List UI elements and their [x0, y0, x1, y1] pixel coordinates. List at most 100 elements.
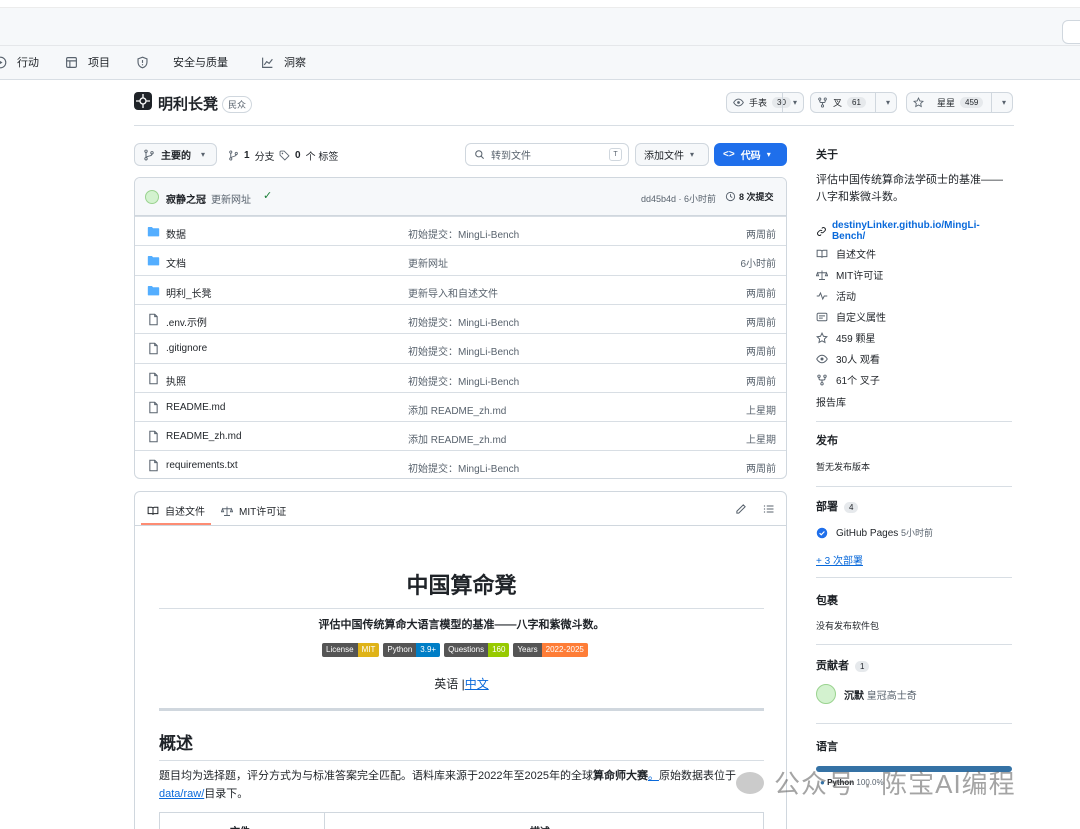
table-row[interactable]: 明利_长凳 更新导入和自述文件 两周前 [135, 274, 786, 304]
file-name[interactable]: README_zh.md [166, 431, 242, 442]
file-name[interactable]: README.md [166, 402, 225, 413]
sidebar-item[interactable]: 61个 叉子 [816, 372, 880, 387]
para-text-3: 目录下。 [204, 788, 249, 800]
chevron-down-icon[interactable]: ▾ [886, 98, 890, 107]
file-commit-message[interactable]: 更新导入和自述文件 [408, 285, 498, 300]
table-row[interactable]: .env.示例 初始提交：MingLi-Bench 两周前 [135, 303, 786, 333]
file-commit-message[interactable]: 初始提交：MingLi-Bench [408, 460, 519, 475]
code-button[interactable]: <> 代码 ▾ [714, 143, 787, 166]
commits-link[interactable]: 8 次提交 [725, 190, 774, 203]
top-edge [0, 0, 1080, 8]
file-commit-message[interactable]: 初始提交：MingLi-Bench [408, 343, 519, 358]
file-name[interactable]: .gitignore [166, 343, 207, 354]
tab-readme[interactable]: 自述文件 [147, 503, 205, 518]
star-button[interactable]: 星星 459 ▾ [906, 92, 1013, 113]
chevron-down-icon[interactable]: ▾ [1002, 98, 1006, 107]
file-name[interactable]: .env.示例 [166, 314, 207, 329]
branch-icon [229, 150, 238, 161]
avatar[interactable] [145, 190, 159, 204]
sidebar-item[interactable]: 30人 观看 [816, 351, 880, 366]
commit-hash-time[interactable]: dd45b4d · 6小时前 [641, 192, 716, 205]
list-outline-icon[interactable] [763, 503, 775, 515]
readme-panel: 自述文件 MIT许可证 中国算命凳 评估中国传统算命大语言模型的基准——八字和紫… [134, 491, 787, 829]
sidebar-item[interactable]: 自述文件 [816, 246, 876, 261]
global-search-button[interactable] [1062, 20, 1080, 44]
contributor-item[interactable]: 沉默 皇冠高士奇 [816, 684, 917, 704]
repo-nav: 行动 项目 安全与质量 洞察 [0, 46, 1080, 80]
divider [816, 577, 1012, 578]
file-name[interactable]: 数据 [166, 226, 186, 241]
commit-message[interactable]: 更新网址 [211, 191, 251, 206]
file-name[interactable]: 文档 [166, 255, 186, 270]
pencil-icon[interactable] [735, 503, 747, 515]
more-deployments-link[interactable]: + 3 次部署 [816, 552, 863, 567]
fork-button[interactable]: 叉 61 ▾ [810, 92, 897, 113]
report-repo-link[interactable]: 报告库 [816, 394, 846, 409]
file-name[interactable]: requirements.txt [166, 460, 238, 471]
chevron-down-icon[interactable]: ▾ [793, 98, 797, 107]
play-circle-icon [0, 56, 7, 68]
sidebar-item[interactable]: MIT许可证 [816, 267, 883, 282]
table-row[interactable]: .gitignore 初始提交：MingLi-Bench 两周前 [135, 333, 786, 362]
file-name[interactable]: 执照 [166, 373, 186, 388]
shield-badge[interactable]: Python 3.9+ [383, 643, 441, 657]
table-row[interactable]: README.md 添加 README_zh.md 上星期 [135, 391, 786, 421]
data-raw-link[interactable]: data/raw/ [159, 788, 204, 800]
tag-icon [279, 150, 290, 161]
lang-chinese-link[interactable]: 中文 [465, 677, 489, 691]
repo-name[interactable]: 明利长凳 [158, 93, 218, 114]
avatar [816, 684, 836, 704]
nav-actions[interactable]: 行动 [0, 54, 39, 70]
add-file-button[interactable]: 添加文件 ▾ [635, 143, 709, 166]
tab-license[interactable]: MIT许可证 [221, 503, 286, 518]
file-name[interactable]: 明利_长凳 [166, 285, 212, 300]
fork-icon [817, 374, 827, 385]
scale-icon [221, 506, 233, 516]
check-icon[interactable]: ✓ [263, 189, 272, 202]
search-icon [475, 150, 484, 159]
packages-title[interactable]: 包裹 [816, 592, 838, 608]
shield-badge[interactable]: Years 2022-2025 [513, 643, 588, 657]
star-icon [816, 331, 828, 343]
sidebar-item[interactable]: 自定义属性 [816, 309, 886, 324]
para-link-1[interactable]: 。 [648, 770, 659, 782]
sidebar-item[interactable]: 活动 [816, 288, 856, 303]
watch-button[interactable]: 手表 30 ▾ [726, 92, 804, 113]
nav-security[interactable]: 安全与质量 [136, 54, 228, 70]
file-commit-message[interactable]: 添加 README_zh.md [408, 431, 506, 446]
file-browser: 寂静之冠 更新网址 ✓ dd45b4d · 6小时前 8 次提交 数据初始提交：… [134, 177, 787, 479]
table-row[interactable]: requirements.txt 初始提交：MingLi-Bench 两周前 [135, 450, 786, 478]
nav-projects[interactable]: 项目 [65, 54, 110, 70]
branch-select[interactable]: 主要的 ▾ [134, 143, 217, 166]
file-commit-message[interactable]: 初始提交：MingLi-Bench [408, 314, 519, 329]
branches-label: 分支 [254, 152, 275, 163]
file-commit-message[interactable]: 添加 README_zh.md [408, 402, 506, 417]
readme-tabs: 自述文件 MIT许可证 [135, 492, 786, 526]
branches-link[interactable]: 1 分支 [228, 148, 275, 163]
go-to-file-input[interactable]: 转到文件 T [465, 143, 629, 166]
table-col-desc: 描述 [530, 823, 550, 829]
code-label: 代码 [740, 151, 761, 162]
file-commit-message[interactable]: 初始提交：MingLi-Bench [408, 373, 519, 388]
tags-link[interactable]: 0 个 标签 [279, 148, 338, 163]
homepage-link[interactable]: destinyLinker.github.io/MingLi-Bench/ [816, 220, 1012, 242]
deployments-title[interactable]: 部署 4 [816, 498, 859, 514]
tab-readme-label: 自述文件 [165, 507, 205, 518]
tab-license-label: MIT许可证 [239, 507, 287, 518]
contributors-title[interactable]: 贡献者 1 [816, 657, 870, 673]
table-row[interactable]: README_zh.md 添加 README_zh.md 上星期 [135, 421, 786, 450]
table-row[interactable]: 执照 初始提交：MingLi-Bench 两周前 [135, 362, 786, 392]
shield-badge[interactable]: Questions 160 [444, 643, 510, 657]
nav-insights[interactable]: 洞察 [261, 54, 306, 70]
commit-author[interactable]: 寂静之冠 [166, 191, 206, 206]
table-row[interactable]: 文档 更新网址 6小时前 [135, 245, 786, 274]
releases-title[interactable]: 发布 [816, 432, 838, 448]
sidebar-item[interactable]: 459 颗星 [816, 330, 875, 345]
table-row[interactable]: 数据 初始提交：MingLi-Bench 两周前 [135, 216, 786, 245]
watch-label: 手表 [749, 98, 768, 108]
file-commit-message[interactable]: 初始提交：MingLi-Bench [408, 226, 519, 241]
deployment-github-pages[interactable]: GitHub Pages 5小时前 [816, 526, 933, 539]
shield-badge[interactable]: License MIT [322, 643, 380, 657]
repo-avatar[interactable] [134, 92, 152, 110]
file-commit-message[interactable]: 更新网址 [408, 255, 448, 270]
